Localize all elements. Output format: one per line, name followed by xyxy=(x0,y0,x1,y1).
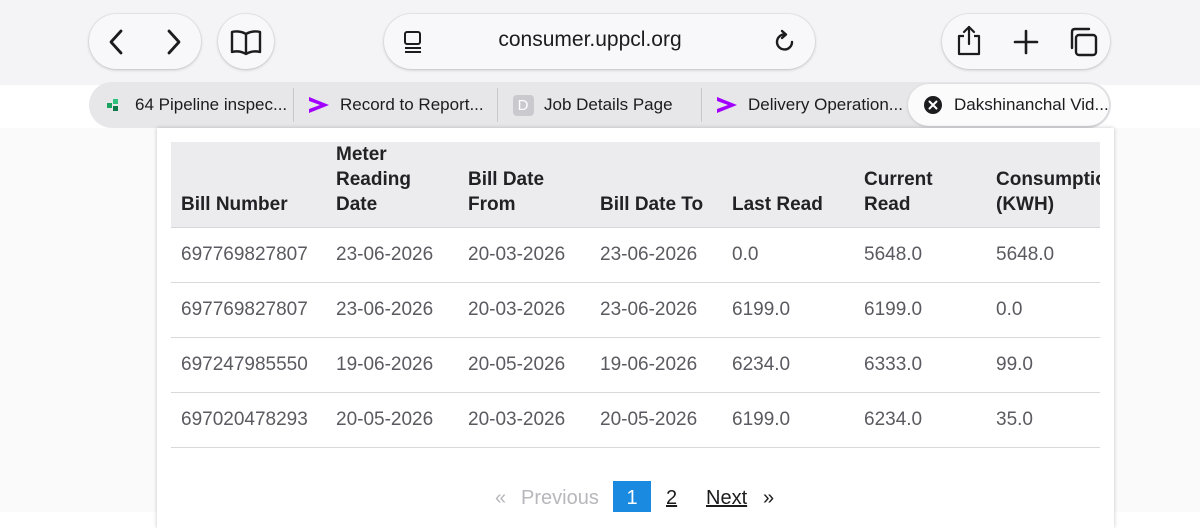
table-cell: 6199.0 xyxy=(722,392,854,448)
table-row: 697247985550 19-06-2026 20-05-2026 19-06… xyxy=(171,337,1100,393)
close-tab-icon[interactable] xyxy=(922,94,944,116)
tab-title: Record to Report... xyxy=(340,95,484,114)
table-cell: 23-06-2026 xyxy=(590,282,722,338)
tab-record-to-report[interactable]: Record to Report... xyxy=(294,82,497,128)
tab-title: Job Details Page xyxy=(544,95,673,114)
table-cell: 20-05-2026 xyxy=(458,337,590,393)
table-cell: 35.0 xyxy=(986,392,1100,448)
next-arrow: » xyxy=(763,487,775,509)
table-cell: 6234.0 xyxy=(854,392,986,448)
column-header[interactable]: Bill Date From xyxy=(458,142,590,228)
previous-button[interactable]: Previous xyxy=(521,487,599,510)
table-cell: 6333.0 xyxy=(854,337,986,393)
book-icon[interactable] xyxy=(228,26,264,58)
bill-history-table: Bill Number Meter Reading Date Bill Date… xyxy=(171,142,1100,448)
favicon-letter: D xyxy=(512,94,534,116)
table-cell: 20-05-2026 xyxy=(326,392,458,448)
tab-title: Dakshinanchal Vid... xyxy=(954,95,1109,114)
tab-dakshinanchal-active[interactable]: Dakshinanchal Vid... xyxy=(908,84,1109,126)
table-row: 697769827807 23-06-2026 20-03-2026 23-06… xyxy=(171,282,1100,338)
page-menu-icon[interactable] xyxy=(398,27,428,57)
table-cell: 23-06-2026 xyxy=(326,227,458,283)
bill-history-table-container[interactable]: Bill Number Meter Reading Date Bill Date… xyxy=(171,142,1100,449)
tab-overview-icon[interactable] xyxy=(1066,25,1100,59)
share-icon[interactable] xyxy=(953,24,985,58)
accenture-chevron-favicon xyxy=(716,94,738,116)
table-cell: 23-06-2026 xyxy=(590,227,722,283)
table-cell: 697247985550 xyxy=(171,337,326,393)
tab-title: 64 Pipeline inspec... xyxy=(135,95,288,114)
table-cell: 697769827807 xyxy=(171,282,326,338)
table-cell: 20-03-2026 xyxy=(458,227,590,283)
table-cell: 23-06-2026 xyxy=(326,282,458,338)
tab-delivery-operation[interactable]: Delivery Operation... xyxy=(702,82,905,128)
table-cell: 0.0 xyxy=(986,282,1100,338)
previous-arrow: « xyxy=(495,487,507,509)
table-cell: 697020478293 xyxy=(171,392,326,448)
browser-toolbar: consumer.uppcl.org xyxy=(0,0,1200,85)
letter-d-favicon: D xyxy=(512,94,534,116)
table-cell: 5648.0 xyxy=(986,227,1100,283)
column-header[interactable]: Bill Number xyxy=(171,142,326,228)
table-cell: 6199.0 xyxy=(854,282,986,338)
column-header[interactable]: Bill Date To xyxy=(590,142,722,228)
table-cell: 0.0 xyxy=(722,227,854,283)
table-cell: 20-05-2026 xyxy=(590,392,722,448)
table-cell: 19-06-2026 xyxy=(326,337,458,393)
page-1-current[interactable]: 1 xyxy=(613,481,651,512)
table-header-row: Bill Number Meter Reading Date Bill Date… xyxy=(171,142,1100,228)
tab-bar: 64 Pipeline inspec... Record to Report..… xyxy=(89,82,1111,128)
table-row: 697769827807 23-06-2026 20-03-2026 23-06… xyxy=(171,227,1100,283)
chevron-right-icon[interactable] xyxy=(158,26,190,58)
column-header[interactable]: Consumption (KWH) xyxy=(986,142,1100,228)
table-cell: 99.0 xyxy=(986,337,1100,393)
accenture-chevron-favicon xyxy=(308,94,330,116)
plus-icon[interactable] xyxy=(1010,26,1042,58)
tab-job-details[interactable]: D Job Details Page xyxy=(498,82,701,128)
tab-title: Delivery Operation... xyxy=(748,95,903,114)
page-2-link[interactable]: 2 xyxy=(666,487,677,510)
table-cell: 19-06-2026 xyxy=(590,337,722,393)
tab-pipeline[interactable]: 64 Pipeline inspec... xyxy=(89,82,293,128)
column-header[interactable]: Meter Reading Date xyxy=(326,142,458,228)
table-cell: 20-03-2026 xyxy=(458,282,590,338)
table-cell: 697769827807 xyxy=(171,227,326,283)
table-cell: 20-03-2026 xyxy=(458,392,590,448)
table-cell: 6199.0 xyxy=(722,282,854,338)
table-cell: 6234.0 xyxy=(722,337,854,393)
green-pipeline-favicon xyxy=(103,94,125,116)
table-cell: 5648.0 xyxy=(854,227,986,283)
pagination: « Previous 2 Next » xyxy=(0,480,1200,512)
next-button[interactable]: Next xyxy=(706,487,747,510)
reload-icon[interactable] xyxy=(770,27,800,57)
column-header[interactable]: Current Read xyxy=(854,142,986,228)
chevron-left-icon[interactable] xyxy=(100,26,132,58)
table-row: 697020478293 20-05-2026 20-03-2026 20-05… xyxy=(171,392,1100,448)
url-text[interactable]: consumer.uppcl.org xyxy=(440,28,740,52)
column-header[interactable]: Last Read xyxy=(722,142,854,228)
